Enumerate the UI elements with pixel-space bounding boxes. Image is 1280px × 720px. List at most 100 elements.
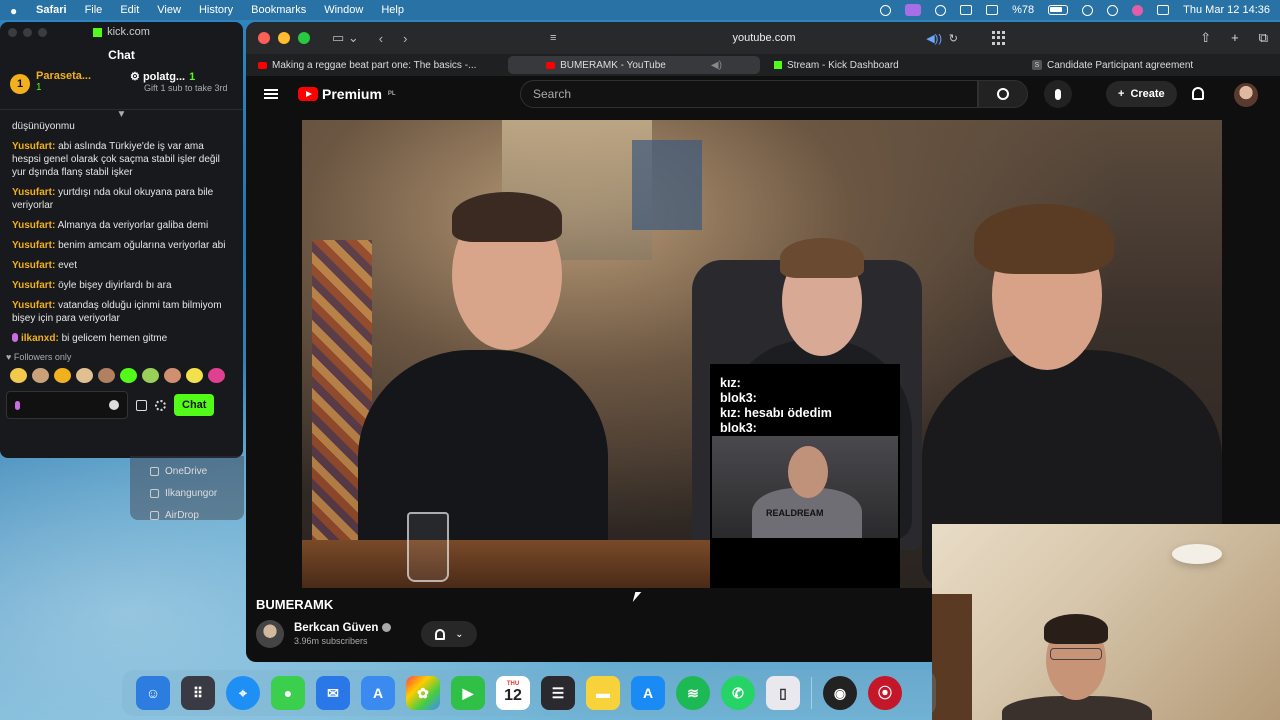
new-tab-icon[interactable]: + xyxy=(1231,30,1239,46)
emote-icon[interactable] xyxy=(142,368,159,383)
menu-view[interactable]: View xyxy=(157,4,181,16)
status-icon[interactable] xyxy=(880,4,892,16)
apple-icon[interactable]: ● xyxy=(10,4,22,18)
photos-icon[interactable]: ✿ xyxy=(406,676,440,710)
tab-reggae-beat[interactable]: Making a reggae beat part one: The basic… xyxy=(250,56,502,74)
red-app-icon[interactable]: ⦿ xyxy=(868,676,902,710)
emote-icon[interactable] xyxy=(32,368,49,383)
obs-icon[interactable]: ◉ xyxy=(823,676,857,710)
create-button[interactable]: + Create xyxy=(1106,81,1177,107)
app-store-alt-icon[interactable]: A xyxy=(361,676,395,710)
avatar[interactable] xyxy=(1234,83,1258,107)
spotify-icon[interactable]: ≋ xyxy=(676,676,710,710)
app-store-icon[interactable]: A xyxy=(631,676,665,710)
emote-icon[interactable] xyxy=(208,368,225,383)
chat-username[interactable]: Yusufart: xyxy=(12,220,55,231)
emote-icon[interactable] xyxy=(76,368,93,383)
audio-playing-icon[interactable]: ◀)) xyxy=(926,32,942,45)
video-player[interactable]: kız: blok3: kız: hesabı ödedim blok3: RE… xyxy=(302,120,1222,588)
youtube-premium-logo[interactable]: Premium PL xyxy=(298,86,396,102)
finder-item[interactable]: OneDrive xyxy=(150,460,244,482)
menu-bookmarks[interactable]: Bookmarks xyxy=(251,4,306,16)
chat-username[interactable]: Yusufart: xyxy=(12,141,55,152)
keyboard-icon[interactable] xyxy=(960,5,973,15)
share-icon[interactable]: ⇧ xyxy=(1200,30,1211,46)
emote-icon[interactable] xyxy=(10,368,27,383)
page-menu-icon[interactable]: ≡ xyxy=(550,32,556,44)
emote-icon[interactable] xyxy=(164,368,181,383)
menu-datetime[interactable]: Thu Mar 12 14:36 xyxy=(1183,4,1270,16)
sidebar-icon[interactable]: ▭ ⌄ xyxy=(332,30,359,46)
menu-icon[interactable] xyxy=(264,89,278,99)
subscribed-button[interactable]: ⌄ xyxy=(421,621,478,647)
safari-icon[interactable]: ⌖ xyxy=(226,676,260,710)
siri-icon[interactable] xyxy=(1132,4,1144,16)
whatsapp-icon[interactable]: ✆ xyxy=(721,676,755,710)
emote-icon[interactable] xyxy=(98,368,115,383)
mute-tab-icon[interactable]: ◀) xyxy=(711,60,722,71)
finder-icon[interactable]: ☺ xyxy=(136,676,170,710)
extensions-icon[interactable] xyxy=(992,31,1006,45)
mail-icon[interactable]: ✉ xyxy=(316,676,350,710)
reminders-icon[interactable]: ☰ xyxy=(541,676,575,710)
overlay-line: blok3: xyxy=(720,421,757,435)
messages-icon[interactable]: ● xyxy=(271,676,305,710)
leader-2[interactable]: ⚙ polatg... 1 Gift 1 sub to take 3rd xyxy=(130,70,228,109)
leader-1[interactable]: 1 Paraseta... 1 xyxy=(10,70,130,109)
screen-record-icon[interactable] xyxy=(905,4,922,16)
notifications-icon[interactable] xyxy=(1192,87,1204,100)
facetime-icon[interactable]: ▶ xyxy=(451,676,485,710)
search-icon[interactable] xyxy=(1107,4,1119,16)
window-controls xyxy=(258,32,310,44)
chat-username[interactable]: Yusufart: xyxy=(12,260,55,271)
menu-edit[interactable]: Edit xyxy=(120,4,139,16)
voice-search-button[interactable] xyxy=(1044,80,1072,108)
launchpad-icon[interactable]: ⠿ xyxy=(181,676,215,710)
chat-username[interactable]: Yusufart: xyxy=(12,240,55,251)
wifi-icon[interactable] xyxy=(1082,4,1094,16)
battery-icon[interactable] xyxy=(1048,5,1069,15)
chat-username[interactable]: Yusufart: xyxy=(12,187,55,198)
chat-username[interactable]: Yusufart: xyxy=(12,280,55,291)
emote-icon[interactable] xyxy=(54,368,71,383)
close-button[interactable] xyxy=(258,32,270,44)
emote-icon[interactable] xyxy=(120,368,137,383)
calendar-icon[interactable] xyxy=(136,399,147,411)
reload-icon[interactable]: ↻ xyxy=(949,32,958,45)
emoji-icon[interactable] xyxy=(109,400,119,410)
calendar-icon[interactable]: THU 12 xyxy=(496,676,530,710)
tab-overview-icon[interactable]: ⧉ xyxy=(1259,30,1268,46)
chat-username[interactable]: Yusufart: xyxy=(12,300,55,311)
zoom-button[interactable] xyxy=(298,32,310,44)
menu-help[interactable]: Help xyxy=(381,4,404,16)
display-icon[interactable] xyxy=(986,5,999,15)
chat-input[interactable] xyxy=(6,391,128,419)
tab-candidate-agreement[interactable]: S Candidate Participant agreement xyxy=(1024,56,1276,74)
chat-username[interactable]: ilkanxd: xyxy=(21,333,59,344)
search-input[interactable]: Search xyxy=(520,80,978,108)
play-icon[interactable] xyxy=(935,4,947,16)
notes-icon[interactable]: ▬ xyxy=(586,676,620,710)
pinned-expand-icon[interactable]: ▼ xyxy=(0,110,243,120)
channel-avatar[interactable] xyxy=(256,620,284,648)
send-chat-button[interactable]: Chat xyxy=(174,394,215,416)
menu-app-name[interactable]: Safari xyxy=(36,4,67,16)
channel-name[interactable]: Berkcan Güven xyxy=(294,622,392,634)
menu-window[interactable]: Window xyxy=(324,4,363,16)
menu-file[interactable]: File xyxy=(85,4,103,16)
window-controls[interactable] xyxy=(8,28,47,37)
menu-history[interactable]: History xyxy=(199,4,233,16)
control-center-icon[interactable] xyxy=(1157,5,1170,15)
search-button[interactable] xyxy=(978,80,1028,108)
preview-icon[interactable]: ▯ xyxy=(766,676,800,710)
back-icon[interactable]: ‹ xyxy=(379,31,383,46)
tab-bumeramk[interactable]: BUMERAMK - YouTube ◀) xyxy=(508,56,760,74)
tab-kick-dashboard[interactable]: Stream - Kick Dashboard xyxy=(766,56,1018,74)
finder-item[interactable]: Ilkangungor xyxy=(150,482,244,504)
address-bar[interactable]: ≡ youtube.com ◀)) ↻ xyxy=(546,27,982,49)
forward-icon[interactable]: › xyxy=(403,31,407,46)
gear-icon[interactable] xyxy=(155,399,166,411)
emote-icon[interactable] xyxy=(186,368,203,383)
finder-item[interactable]: AirDrop xyxy=(150,504,244,526)
minimize-button[interactable] xyxy=(278,32,290,44)
